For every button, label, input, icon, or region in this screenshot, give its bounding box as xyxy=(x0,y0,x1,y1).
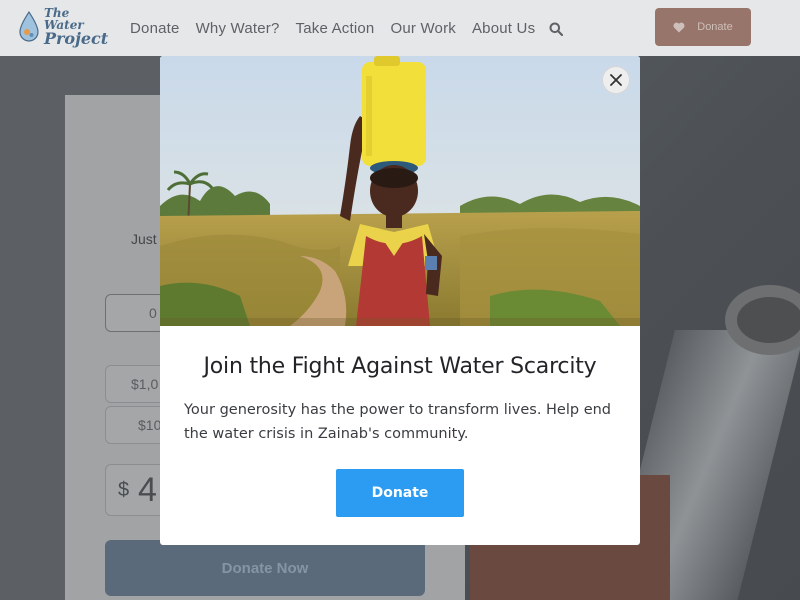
header-donate-button[interactable]: Donate xyxy=(655,8,751,46)
nav-about-us[interactable]: About Us xyxy=(472,20,535,37)
bg-amount-option-1[interactable]: $1,0 xyxy=(105,365,165,403)
bg-amount-option-2[interactable]: $10 xyxy=(105,406,165,444)
site-header: The Water Project Donate Why Water? Take… xyxy=(0,0,800,56)
girl-with-jerrycan-image xyxy=(160,56,640,326)
header-donate-label: Donate xyxy=(697,21,733,33)
logo-line1: The Water xyxy=(43,6,84,32)
donate-modal: Join the Fight Against Water Scarcity Yo… xyxy=(160,56,640,545)
nav-our-work[interactable]: Our Work xyxy=(390,20,456,37)
close-icon xyxy=(610,74,622,86)
modal-body-text: Your generosity has the power to transfo… xyxy=(184,402,612,442)
logo-line2: Project xyxy=(43,29,109,48)
main-nav: Donate Why Water? Take Action Our Work A… xyxy=(130,20,564,37)
bg-amount-2-label: $10 xyxy=(138,417,162,433)
hero-photo xyxy=(160,56,640,326)
modal-title: Join the Fight Against Water Scarcity xyxy=(203,354,597,379)
bg-option-partial-label: 0 xyxy=(149,305,157,321)
nav-why-water[interactable]: Why Water? xyxy=(196,20,280,37)
bg-donate-now-button[interactable]: Donate Now xyxy=(105,540,425,596)
bg-fragment-just: Just xyxy=(131,231,157,247)
water-drop-icon xyxy=(19,11,39,42)
search-icon[interactable] xyxy=(549,22,564,36)
bg-currency-symbol: $ xyxy=(118,479,130,501)
logo[interactable]: The Water Project xyxy=(18,6,113,48)
heart-icon xyxy=(673,22,685,32)
bg-donate-now-label: Donate Now xyxy=(221,559,309,577)
bg-amount-value: 4 xyxy=(138,471,157,509)
bg-amount-1-label: $1,0 xyxy=(131,376,159,392)
nav-donate[interactable]: Donate xyxy=(130,20,180,37)
modal-donate-button[interactable]: Donate xyxy=(336,469,464,517)
bg-custom-amount-input[interactable]: $ 4 xyxy=(105,464,165,516)
bg-option-partial[interactable]: 0 xyxy=(105,294,165,332)
logo-text: The Water Project xyxy=(44,7,113,47)
close-button[interactable] xyxy=(602,66,630,94)
modal-donate-label: Donate xyxy=(371,485,429,501)
nav-take-action[interactable]: Take Action xyxy=(296,20,375,37)
